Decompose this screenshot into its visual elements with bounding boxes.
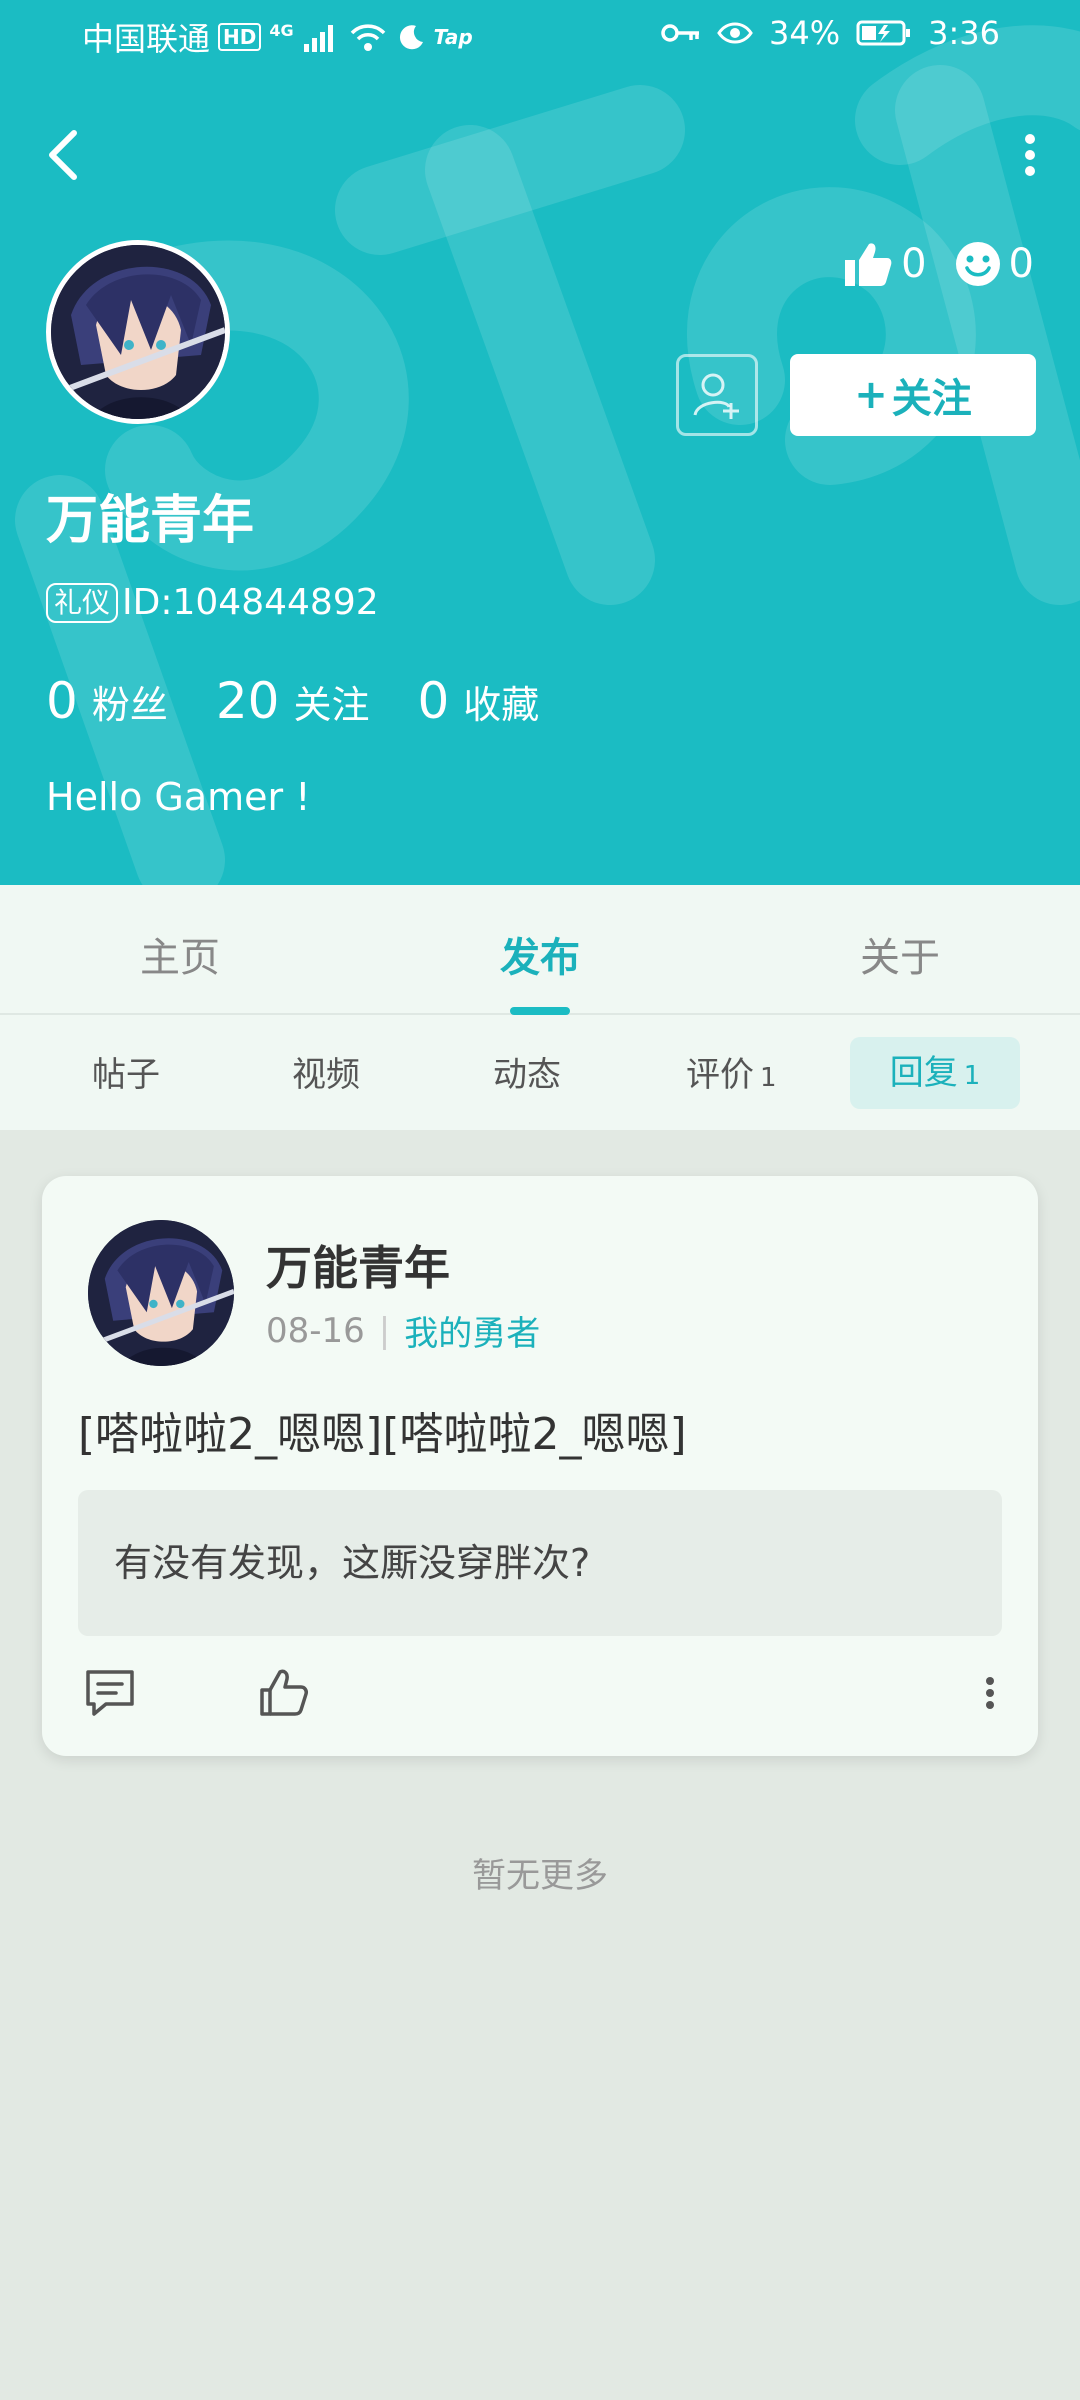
profile-header: 中国联通 HD 4G Tap 34% 3:36 0 0 + 关注 万能青年 礼仪…: [0, 0, 1080, 885]
subtab-videos-label: 视频: [292, 1055, 360, 1095]
quoted-comment[interactable]: 有没有发现，这厮没穿胖次?: [78, 1490, 1002, 1636]
smiles-count: 0: [1008, 241, 1034, 287]
status-bar: 中国联通 HD 4G Tap 34% 3:36: [0, 0, 1080, 72]
moon-icon: [399, 25, 423, 50]
post-more-button[interactable]: [978, 1666, 1002, 1724]
profile-bio: Hello Gamer !: [46, 775, 311, 819]
reply-card[interactable]: 万能青年 08-16 | 我的勇者 [嗒啦啦2_嗯嗯][嗒啦啦2_嗯嗯] 有没有…: [42, 1176, 1038, 1756]
follow-button[interactable]: + 关注: [790, 354, 1036, 436]
comment-button[interactable]: [82, 1666, 138, 1724]
likes-count: 0: [901, 241, 927, 287]
author-avatar[interactable]: [88, 1220, 234, 1366]
add-user-icon: [693, 373, 739, 419]
avatar-image: [51, 245, 225, 419]
profile-id-row: 礼仪 ID:104844892: [46, 582, 379, 623]
subtab-posts-label: 帖子: [92, 1055, 160, 1095]
favorites-count[interactable]: 0: [417, 672, 449, 730]
following-label[interactable]: 关注: [293, 674, 369, 729]
tap-label: Tap: [433, 25, 473, 49]
more-options-button[interactable]: [1008, 125, 1052, 185]
subtab-reviews[interactable]: 评价 1: [686, 1047, 777, 1096]
profile-username: 万能青年: [46, 491, 255, 551]
clock: 3:36: [928, 14, 1000, 52]
back-button[interactable]: [40, 125, 92, 185]
more-dots-icon: [986, 1677, 994, 1709]
profile-counts: 0 粉丝 20 关注 0 收藏: [46, 672, 587, 730]
back-icon: [49, 130, 77, 180]
subtab-reviews-count: 1: [760, 1063, 777, 1093]
likes-stat[interactable]: 0: [843, 240, 927, 288]
profile-reactions: 0 0: [843, 240, 1034, 288]
no-more-label: 暂无更多: [472, 1856, 608, 1896]
hd-badge: HD: [218, 23, 262, 51]
wifi-icon: [350, 24, 385, 51]
profile-id: ID:104844892: [122, 582, 379, 623]
smile-icon: [955, 242, 1000, 286]
tab-posts[interactable]: 发布: [420, 925, 660, 983]
carrier-label: 中国联通: [82, 20, 211, 58]
post-content: [嗒啦啦2_嗯嗯][嗒啦啦2_嗯嗯]: [78, 1409, 687, 1460]
subtab-replies[interactable]: 回复 1: [850, 1037, 1020, 1109]
author-avatar-image: [88, 1220, 234, 1366]
sub-tabs: 帖子 视频 动态 评价 1 回复 1: [0, 1015, 1080, 1130]
signal-icon: [303, 25, 333, 52]
like-icon: [260, 1669, 308, 1716]
post-meta: 08-16 | 我的勇者: [266, 1306, 540, 1355]
subtab-videos[interactable]: 视频: [292, 1047, 360, 1096]
add-friend-button[interactable]: [676, 354, 758, 436]
comment-icon: [86, 1670, 134, 1716]
fans-count[interactable]: 0: [46, 672, 78, 730]
key-icon: [661, 24, 700, 42]
watermark-logo: [15, 25, 1080, 885]
game-link[interactable]: 我的勇者: [404, 1306, 540, 1355]
favorites-label[interactable]: 收藏: [463, 674, 539, 729]
follow-label: 关注: [891, 376, 972, 422]
etiquette-badge: 礼仪: [46, 582, 119, 623]
smiles-stat[interactable]: 0: [955, 241, 1034, 287]
tab-home[interactable]: 主页: [60, 925, 300, 983]
post-actions: [78, 1666, 1002, 1736]
subtab-replies-label: 回复: [889, 1053, 958, 1093]
thumbs-up-icon: [845, 243, 892, 286]
profile-avatar[interactable]: [46, 240, 230, 424]
eye-icon: [717, 22, 753, 44]
subtab-reviews-label: 评价: [686, 1055, 754, 1095]
subtab-posts[interactable]: 帖子: [92, 1047, 160, 1096]
subtab-moments-label: 动态: [493, 1055, 561, 1095]
battery-icon: [856, 20, 911, 46]
battery-percent: 34%: [769, 14, 841, 52]
more-vertical-icon: [1025, 134, 1035, 176]
like-button[interactable]: [256, 1666, 312, 1724]
tab-about[interactable]: 关于: [780, 925, 1020, 983]
subtab-replies-count: 1: [963, 1061, 981, 1091]
quoted-text: 有没有发现，这厮没穿胖次?: [114, 1541, 591, 1585]
post-date: 08-16: [266, 1310, 365, 1351]
fans-label[interactable]: 粉丝: [92, 674, 168, 729]
meta-separator: |: [378, 1310, 391, 1351]
subtab-moments[interactable]: 动态: [493, 1047, 561, 1096]
author-name[interactable]: 万能青年: [266, 1232, 450, 1298]
active-tab-indicator: [510, 1007, 570, 1015]
main-tabs: 主页 发布 关于: [0, 885, 1080, 1015]
following-count[interactable]: 20: [216, 672, 280, 730]
follow-plus: +: [854, 372, 888, 418]
network-type: 4G: [269, 20, 294, 40]
